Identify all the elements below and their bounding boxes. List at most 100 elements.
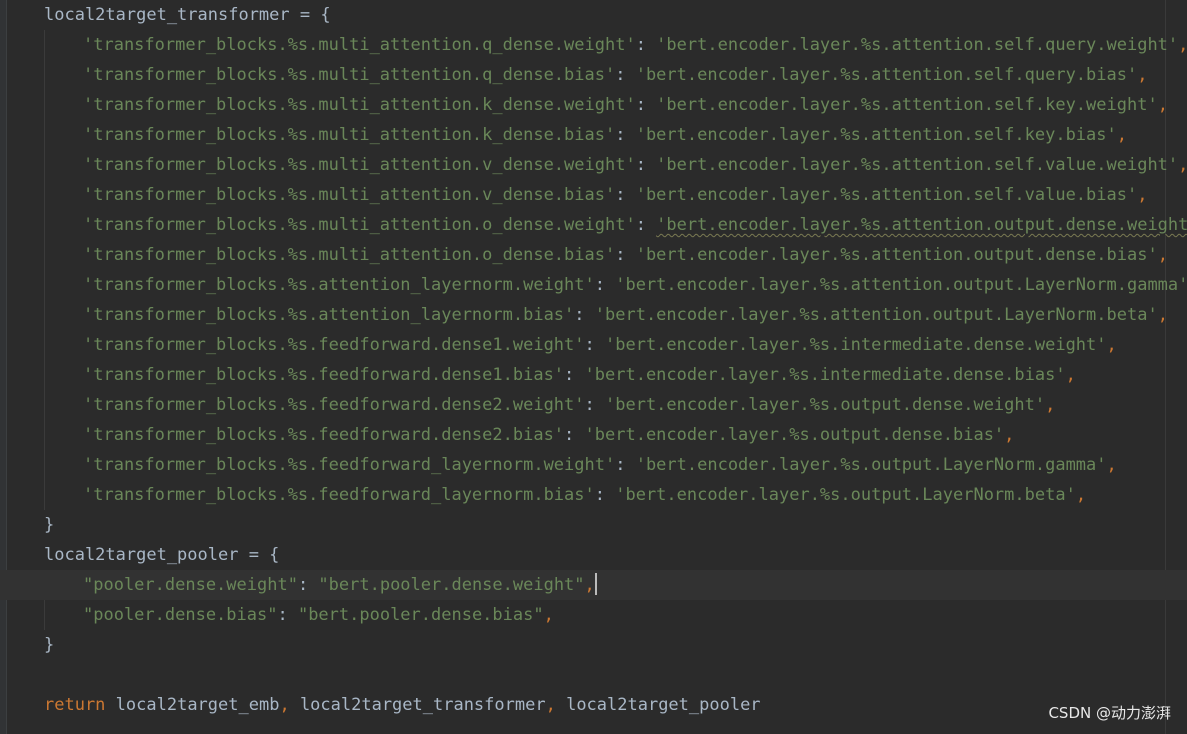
code-text: 'transformer_blocks.%s.feedforward.dense… [83, 420, 1014, 450]
colon-separator: : [584, 335, 605, 355]
dict-value-string: "bert.pooler.dense.weight" [318, 575, 585, 595]
code-text: "pooler.dense.bias": "bert.pooler.dense.… [83, 600, 554, 630]
comma: , [1137, 65, 1148, 85]
code-text: 'transformer_blocks.%s.multi_attention.k… [83, 120, 1127, 150]
dict-key-string: 'transformer_blocks.%s.multi_attention.k… [83, 95, 636, 115]
code-line-transformer-entry[interactable]: 'transformer_blocks.%s.feedforward_layer… [0, 480, 1187, 510]
code-line-transformer-entry[interactable]: 'transformer_blocks.%s.multi_attention.k… [0, 120, 1187, 150]
dict-assignment: local2target_pooler = { [44, 545, 280, 565]
colon-separator: : [564, 365, 585, 385]
comma: , [1004, 425, 1015, 445]
colon-separator: : [584, 395, 605, 415]
comma: , [1157, 305, 1168, 325]
dict-value-string: 'bert.encoder.layer.%s.intermediate.dens… [605, 335, 1107, 355]
dict-key-string: 'transformer_blocks.%s.feedforward.dense… [83, 335, 585, 355]
code-line-transformer-entry[interactable]: 'transformer_blocks.%s.feedforward.dense… [0, 360, 1187, 390]
colon-separator: : [594, 485, 616, 505]
dict-key-string: 'transformer_blocks.%s.attention_layerno… [83, 305, 575, 325]
code-line-transformer-entry[interactable]: 'transformer_blocks.%s.feedforward.dense… [0, 390, 1187, 420]
dict-key-string: 'transformer_blocks.%s.multi_attention.o… [83, 245, 616, 265]
dict-key-string: 'transformer_blocks.%s.feedforward.dense… [83, 365, 565, 385]
code-line-transformer-header[interactable]: local2target_transformer = { [0, 0, 1187, 30]
colon-separator: : [615, 245, 636, 265]
dict-value-string: 'bert.encoder.layer.%s.attention.self.qu… [656, 35, 1179, 55]
code-text: return local2target_emb, local2target_tr… [44, 690, 761, 720]
dict-key-string: 'transformer_blocks.%s.multi_attention.o… [83, 215, 636, 235]
dict-value-string: "bert.pooler.dense.bias" [297, 605, 544, 625]
code-line-transformer-entry[interactable]: 'transformer_blocks.%s.multi_attention.o… [0, 240, 1187, 270]
code-line-transformer-entry[interactable]: 'transformer_blocks.%s.feedforward.dense… [0, 420, 1187, 450]
code-line-transformer-entry[interactable]: 'transformer_blocks.%s.multi_attention.q… [0, 60, 1187, 90]
dict-value-string: 'bert.encoder.layer.%s.intermediate.dens… [584, 365, 1066, 385]
code-text: local2target_transformer = { [44, 0, 331, 30]
code-line-transformer-entry[interactable]: 'transformer_blocks.%s.feedforward.dense… [0, 330, 1187, 360]
comma: , [543, 605, 554, 625]
code-line-transformer-entry[interactable]: 'transformer_blocks.%s.multi_attention.o… [0, 210, 1187, 240]
dict-value-string: 'bert.encoder.layer.%s.attention.output.… [635, 245, 1158, 265]
code-line-transformer-entry[interactable]: 'transformer_blocks.%s.multi_attention.k… [0, 90, 1187, 120]
colon-separator: : [635, 215, 657, 235]
code-line-close-brace[interactable]: } [0, 630, 1187, 660]
colon-separator: : [277, 605, 298, 625]
code-line-blank[interactable] [0, 660, 1187, 690]
code-line-transformer-entry[interactable]: 'transformer_blocks.%s.multi_attention.v… [0, 180, 1187, 210]
code-text: 'transformer_blocks.%s.multi_attention.q… [83, 60, 1147, 90]
colon-separator: : [615, 185, 636, 205]
code-line-pooler-entry[interactable]: "pooler.dense.weight": "bert.pooler.dens… [0, 570, 1187, 600]
dict-assignment: local2target_transformer = { [44, 5, 331, 25]
code-line-return[interactable]: return local2target_emb, local2target_tr… [0, 690, 1187, 720]
code-line-transformer-entry[interactable]: 'transformer_blocks.%s.multi_attention.v… [0, 150, 1187, 180]
dict-value-string: 'bert.encoder.layer.%s.attention.self.va… [656, 155, 1179, 175]
dict-key-string: 'transformer_blocks.%s.feedforward_layer… [83, 455, 616, 475]
return-value: local2target_pooler [566, 695, 761, 715]
comma: , [279, 695, 290, 715]
dict-value-string: 'bert.encoder.layer.%s.attention.output.… [656, 215, 1187, 235]
comma: , [1157, 95, 1168, 115]
close-brace: } [44, 635, 55, 655]
return-value: local2target_emb [115, 695, 280, 715]
code-text: 'transformer_blocks.%s.feedforward_layer… [83, 480, 1086, 510]
dict-key-string: 'transformer_blocks.%s.multi_attention.k… [83, 125, 616, 145]
colon-separator: : [635, 155, 657, 175]
comma: , [1045, 395, 1056, 415]
code-line-close-brace[interactable]: } [0, 510, 1187, 540]
comma: , [1178, 35, 1187, 55]
code-line-transformer-entry[interactable]: 'transformer_blocks.%s.attention_layerno… [0, 300, 1187, 330]
code-text: 'transformer_blocks.%s.multi_attention.o… [83, 210, 1187, 240]
colon-separator: : [615, 65, 636, 85]
code-text: } [44, 510, 54, 540]
code-line-pooler-header[interactable]: local2target_pooler = { [0, 540, 1187, 570]
code-line-pooler-entry[interactable]: "pooler.dense.bias": "bert.pooler.dense.… [0, 600, 1187, 630]
dict-key-string: 'transformer_blocks.%s.attention_layerno… [83, 275, 595, 295]
code-text: 'transformer_blocks.%s.feedforward_layer… [83, 450, 1117, 480]
comma: , [1106, 455, 1117, 475]
code-text: 'transformer_blocks.%s.feedforward.dense… [83, 390, 1055, 420]
code-text: 'transformer_blocks.%s.attention_layerno… [83, 300, 1168, 330]
colon-separator: : [635, 95, 657, 115]
dict-key-string: 'transformer_blocks.%s.feedforward.dense… [83, 395, 585, 415]
code-text: 'transformer_blocks.%s.multi_attention.k… [83, 90, 1168, 120]
dict-key-string: 'transformer_blocks.%s.multi_attention.q… [83, 65, 616, 85]
dict-key-string: "pooler.dense.bias" [83, 605, 278, 625]
code-line-transformer-entry[interactable]: 'transformer_blocks.%s.feedforward_layer… [0, 450, 1187, 480]
comma: , [1178, 155, 1187, 175]
code-text: 'transformer_blocks.%s.multi_attention.v… [83, 150, 1187, 180]
csdn-watermark: CSDN @动力澎湃 [1048, 704, 1171, 722]
dict-value-string: 'bert.encoder.layer.%s.attention.output.… [594, 305, 1158, 325]
comma: , [1075, 485, 1087, 505]
colon-separator: : [564, 425, 585, 445]
code-line-transformer-entry[interactable]: 'transformer_blocks.%s.attention_layerno… [0, 270, 1187, 300]
code-editor[interactable]: local2target_transformer = { 'transformer… [0, 0, 1187, 734]
code-line-transformer-entry[interactable]: 'transformer_blocks.%s.multi_attention.q… [0, 30, 1187, 60]
dict-key-string: 'transformer_blocks.%s.multi_attention.v… [83, 185, 616, 205]
dict-value-string: 'bert.encoder.layer.%s.output.LayerNorm.… [615, 485, 1076, 505]
return-value: local2target_transformer [299, 695, 546, 715]
text-caret [594, 573, 597, 595]
comma: , [545, 695, 556, 715]
code-text: "pooler.dense.weight": "bert.pooler.dens… [83, 570, 597, 600]
dict-key-string: 'transformer_blocks.%s.feedforward_layer… [83, 485, 595, 505]
comma: , [1137, 185, 1148, 205]
return-keyword: return [44, 695, 106, 715]
code-text: 'transformer_blocks.%s.attention_layerno… [83, 270, 1187, 300]
colon-separator: : [297, 575, 319, 595]
